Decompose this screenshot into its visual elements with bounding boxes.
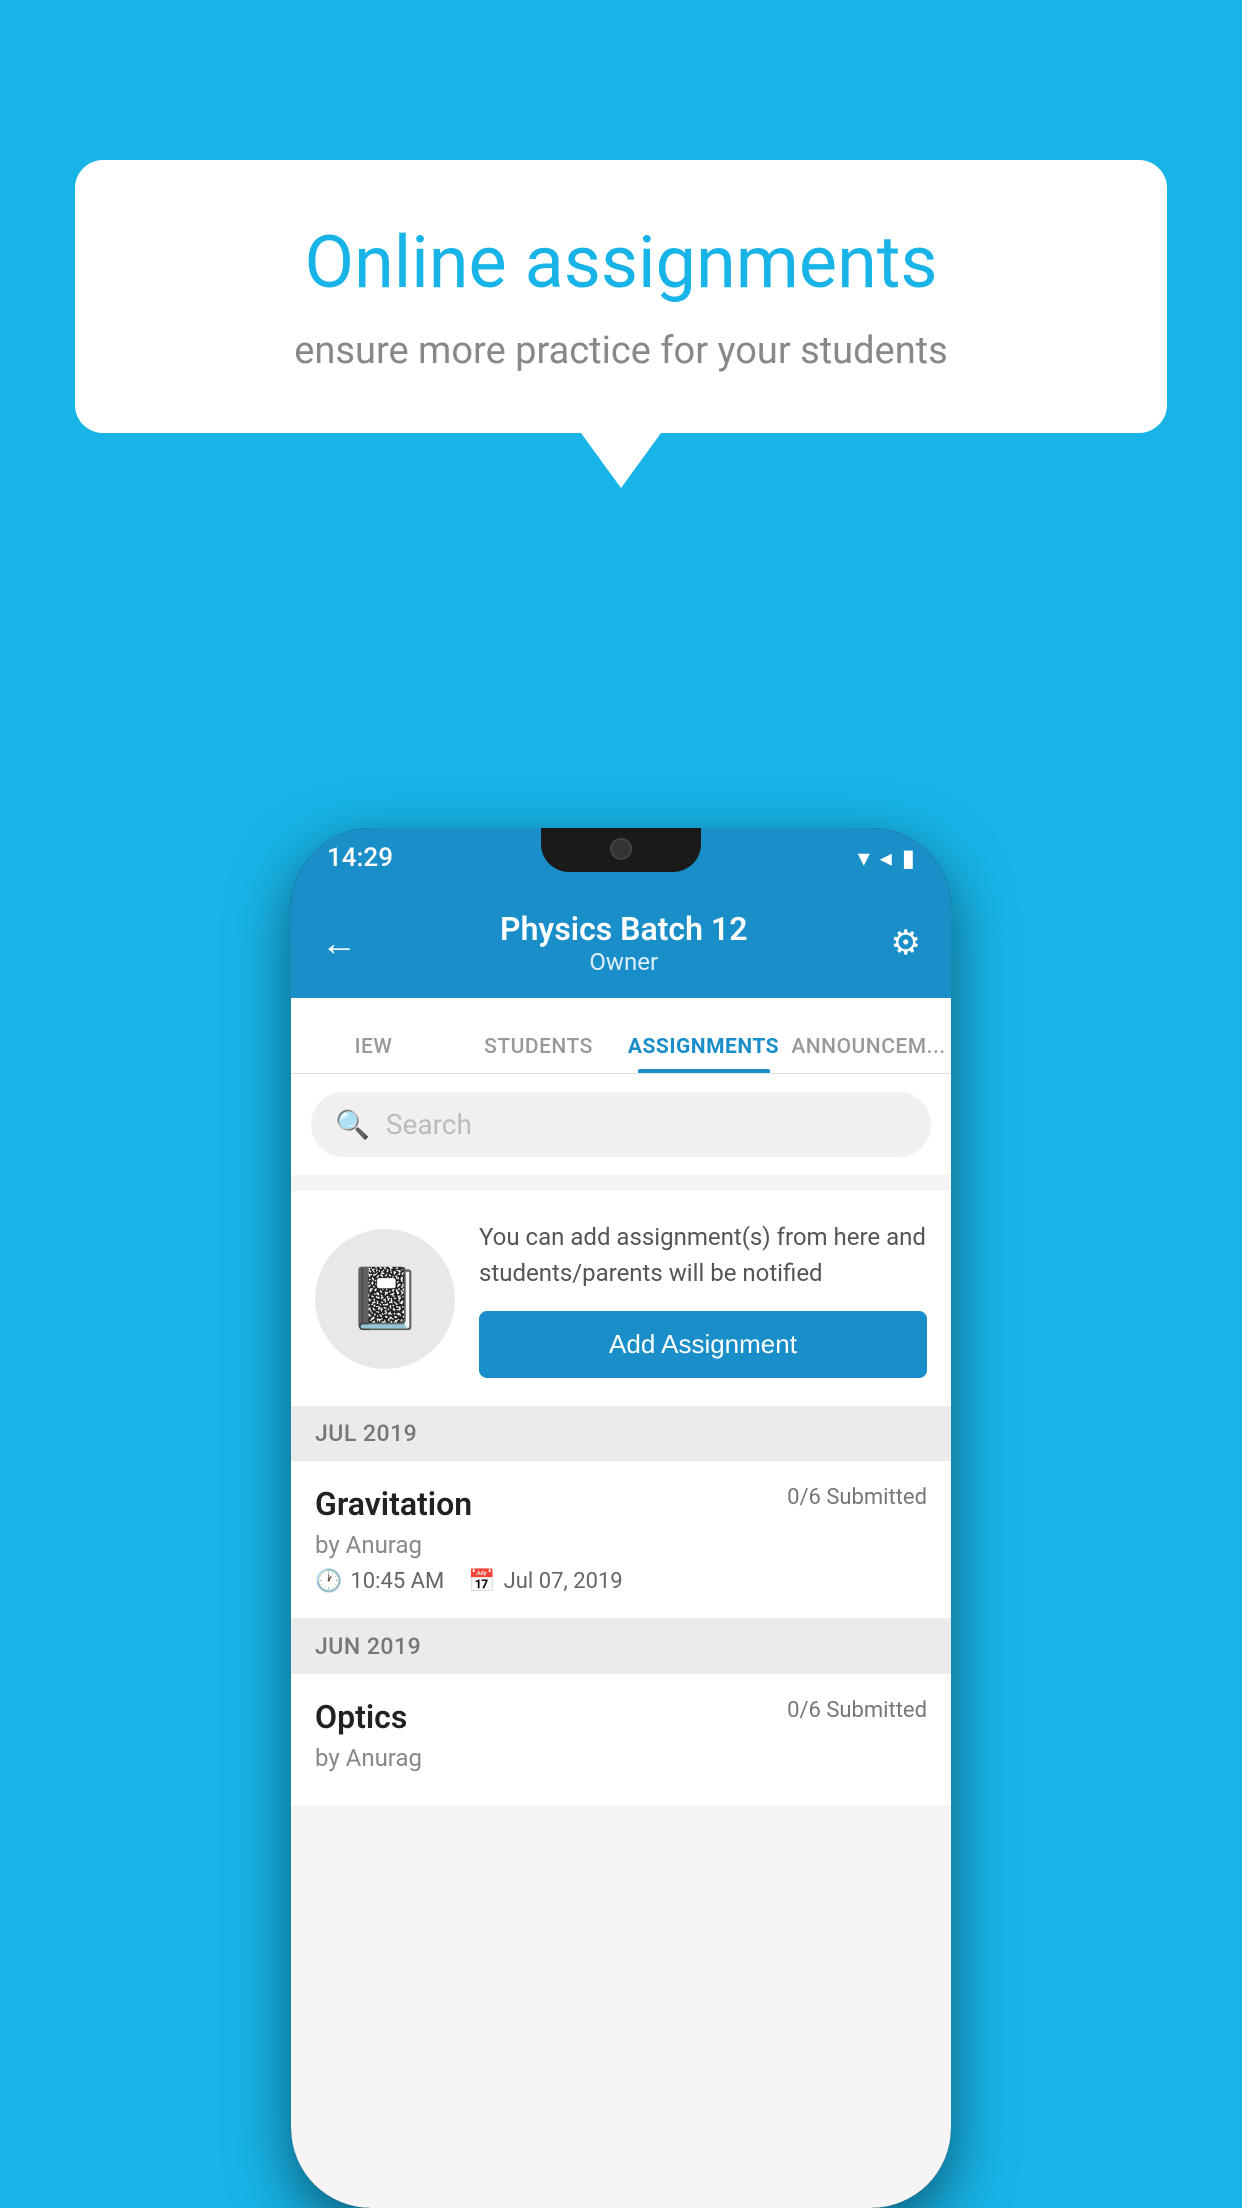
settings-icon[interactable]: ⚙ [891,923,921,963]
promo-card: 📓 You can add assignment(s) from here an… [291,1191,951,1406]
clock-icon: 🕐 [315,1569,342,1594]
assignment-date: 📅 Jul 07, 2019 [468,1569,622,1594]
tab-assignments[interactable]: ASSIGNMENTS [621,1035,786,1073]
search-icon: 🔍 [335,1108,370,1141]
phone-screen: 14:29 ▾ ◂ ▮ ← Physics Batch 12 Owner ⚙ [291,828,951,2208]
screen-content: 🔍 Search 📓 You can add assignment(s) fro… [291,1074,951,2208]
promo-description: You can add assignment(s) from here and … [479,1219,927,1291]
speech-bubble: Online assignments ensure more practice … [75,160,1167,433]
assignment-meta: 🕐 10:45 AM 📅 Jul 07, 2019 [315,1569,927,1594]
promo-icon-circle: 📓 [315,1229,455,1369]
status-time: 14:29 [327,843,393,873]
calendar-icon: 📅 [468,1569,495,1594]
optics-submitted: 0/6 Submitted [787,1698,927,1723]
assignment-top-optics: Optics 0/6 Submitted [315,1698,927,1736]
header-title-area: Physics Batch 12 Owner [500,910,747,976]
tab-bar: IEW STUDENTS ASSIGNMENTS ANNOUNCEM... [291,998,951,1074]
search-bar[interactable]: 🔍 Search [311,1092,931,1157]
camera [610,838,632,860]
notebook-icon: 📓 [348,1263,423,1334]
speech-bubble-arrow [581,433,661,488]
user-role: Owner [500,948,747,976]
tab-announcements[interactable]: ANNOUNCEM... [786,1035,951,1073]
assignment-name: Gravitation [315,1485,472,1523]
back-button[interactable]: ← [321,922,357,964]
assignment-optics[interactable]: Optics 0/6 Submitted by Anurag [291,1674,951,1807]
speech-bubble-subtitle: ensure more practice for your students [155,329,1087,373]
assignment-time: 🕐 10:45 AM [315,1569,444,1594]
speech-bubble-title: Online assignments [155,220,1087,305]
battery-icon: ▮ [902,844,915,872]
add-assignment-button[interactable]: Add Assignment [479,1311,927,1378]
search-container: 🔍 Search [291,1074,951,1175]
month-separator-jun: JUN 2019 [291,1619,951,1674]
tab-iew[interactable]: IEW [291,1035,456,1073]
batch-name: Physics Batch 12 [500,910,747,948]
promo-right: You can add assignment(s) from here and … [479,1219,927,1378]
assignment-by: by Anurag [315,1531,927,1559]
phone-notch [541,828,701,872]
assignment-top: Gravitation 0/6 Submitted [315,1485,927,1523]
optics-name: Optics [315,1698,407,1736]
phone: 14:29 ▾ ◂ ▮ ← Physics Batch 12 Owner ⚙ [291,828,951,2208]
phone-outer: 14:29 ▾ ◂ ▮ ← Physics Batch 12 Owner ⚙ [291,828,951,2208]
assignment-submitted: 0/6 Submitted [787,1485,927,1510]
tab-students[interactable]: STUDENTS [456,1035,621,1073]
assignment-gravitation[interactable]: Gravitation 0/6 Submitted by Anurag 🕐 10… [291,1461,951,1619]
wifi-icon: ▾ [858,844,870,872]
signal-icon: ◂ [880,844,892,872]
month-separator-jul: JUL 2019 [291,1406,951,1461]
app-header: ← Physics Batch 12 Owner ⚙ [291,888,951,998]
speech-bubble-container: Online assignments ensure more practice … [75,160,1167,488]
status-icons: ▾ ◂ ▮ [858,844,915,872]
optics-by: by Anurag [315,1744,927,1772]
search-input[interactable]: Search [386,1108,472,1141]
